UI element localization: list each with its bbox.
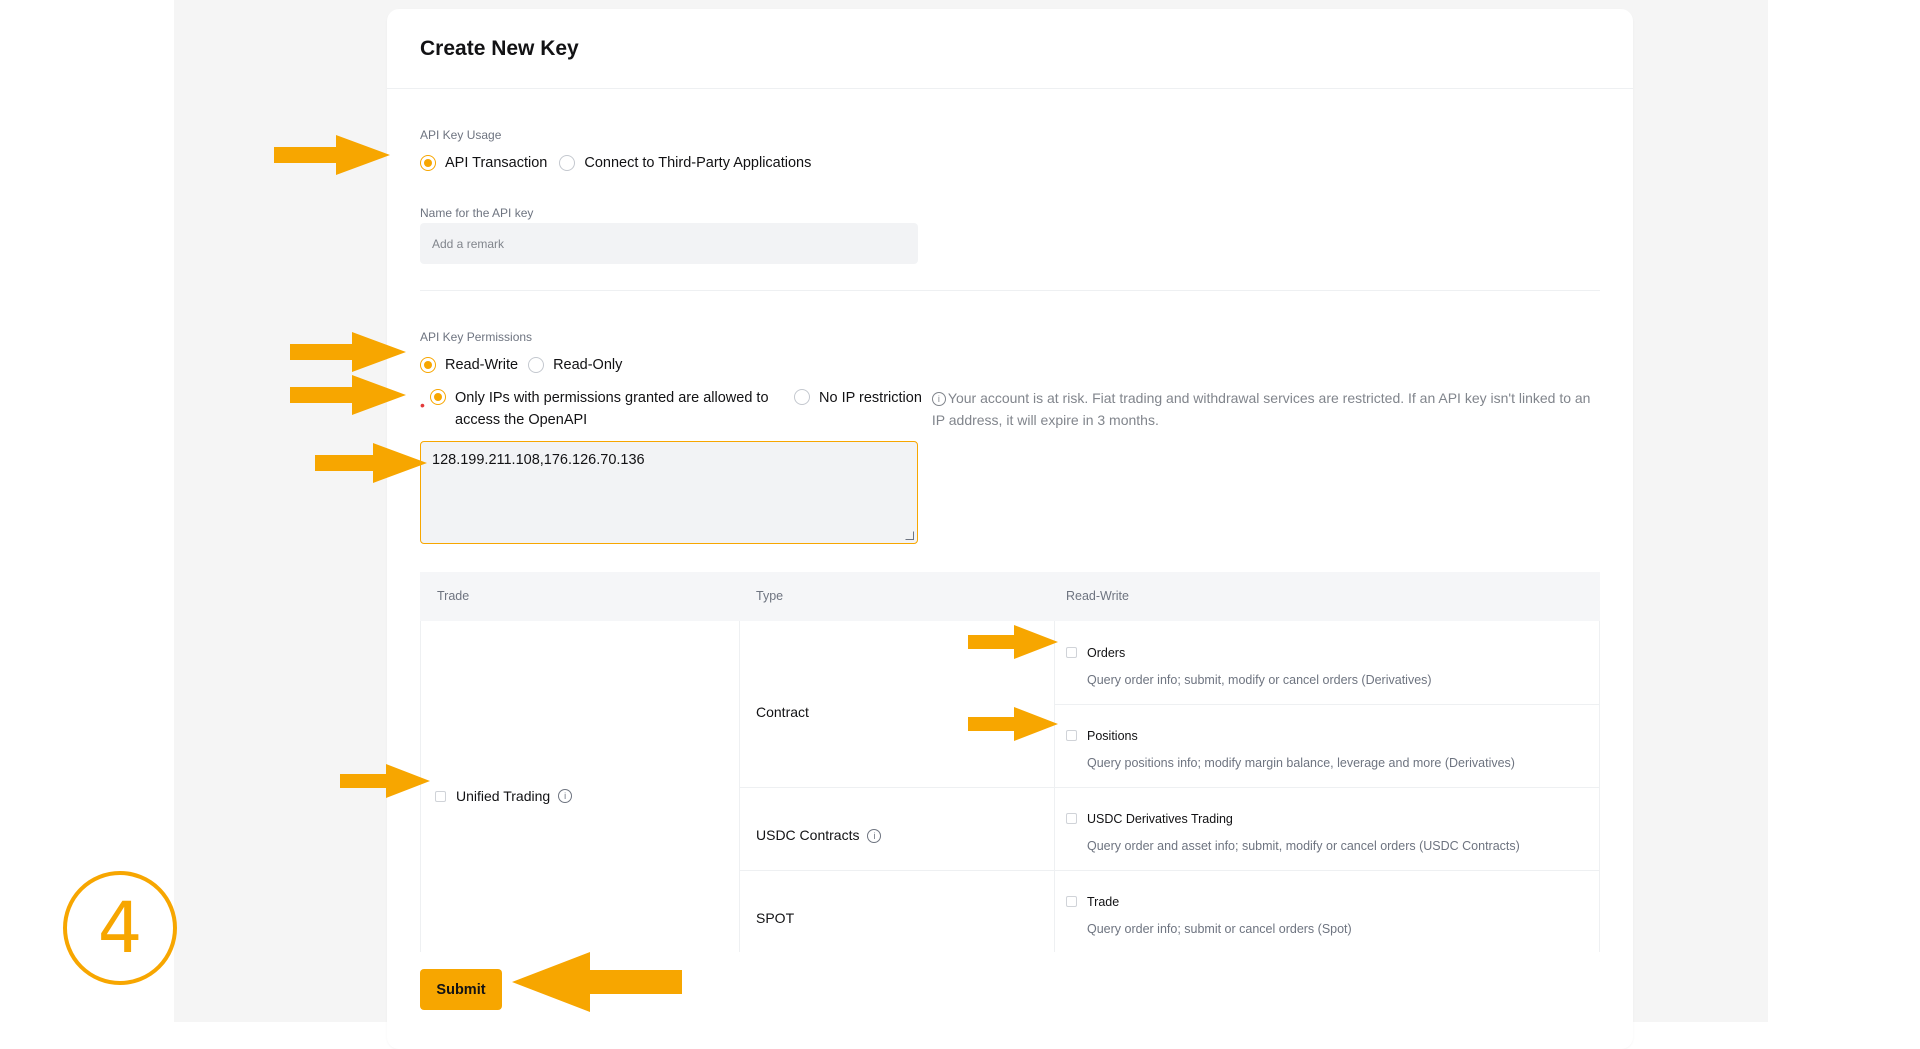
- resize-handle-icon[interactable]: [905, 531, 914, 540]
- perm-spot-desc: Query order info; submit or cancel order…: [1087, 922, 1352, 936]
- radio-label: Only IPs with permissions granted are al…: [455, 390, 769, 428]
- arrow-right-icon: [290, 332, 406, 372]
- radio-label: API Transaction: [445, 155, 548, 171]
- spot-trade-checkbox[interactable]: [1066, 896, 1077, 907]
- table-row-divider: [739, 787, 1600, 788]
- arrow-right-icon: [274, 135, 390, 175]
- step-number: 4: [97, 887, 143, 969]
- perm-positions-desc: Query positions info; modify margin bala…: [1087, 756, 1515, 770]
- radio-no-ip-restriction[interactable]: [794, 389, 810, 405]
- no-ip-restriction-group: No IP restriction i Your account is at ri…: [794, 387, 1592, 431]
- radio-dot-icon: [430, 389, 446, 405]
- radio-read-only[interactable]: Read-Only: [528, 357, 622, 373]
- info-icon: i: [931, 392, 946, 406]
- api-key-name-input[interactable]: Add a remark: [420, 223, 918, 264]
- radio-api-transaction[interactable]: API Transaction: [420, 155, 547, 171]
- usage-radio-group: API Transaction Connect to Third-Party A…: [420, 155, 821, 171]
- title-divider: [387, 88, 1633, 89]
- required-marker: •: [420, 397, 425, 413]
- radio-dot-icon: [420, 357, 436, 373]
- radio-third-party[interactable]: Connect to Third-Party Applications: [559, 155, 811, 171]
- radio-dot-icon: [420, 155, 436, 171]
- header-type: Type: [756, 589, 784, 603]
- radio-ip-restricted[interactable]: Only IPs with permissions granted are al…: [430, 387, 785, 431]
- positions-checkbox[interactable]: [1066, 730, 1077, 741]
- section-divider: [420, 290, 1600, 291]
- unified-trading-cell: Unified Trading i: [435, 788, 573, 804]
- perm-positions-name: Positions: [1087, 729, 1138, 743]
- header-trade: Trade: [437, 589, 470, 603]
- arrow-right-icon: [315, 443, 427, 483]
- usdc-derivatives-checkbox[interactable]: [1066, 813, 1077, 824]
- permissions-label: API Key Permissions: [420, 330, 533, 344]
- perm-orders-desc: Query order info; submit, modify or canc…: [1087, 673, 1432, 687]
- ip-address-textarea[interactable]: 128.199.211.108,176.126.70.136: [420, 441, 918, 544]
- radio-dot-icon: [559, 155, 576, 171]
- table-row-divider: [739, 870, 1600, 871]
- usage-label: API Key Usage: [420, 128, 502, 142]
- table-header: Trade Type Read-Write: [420, 572, 1600, 621]
- unified-trading-label: Unified Trading: [456, 788, 551, 804]
- perm-usdc-name: USDC Derivatives Trading: [1087, 812, 1233, 826]
- radio-read-write[interactable]: Read-Write: [420, 357, 518, 373]
- step-badge: 4: [60, 868, 180, 993]
- ip-address-value: 128.199.211.108,176.126.70.136: [432, 452, 645, 468]
- arrow-right-icon: [290, 375, 406, 415]
- submit-button[interactable]: Submit: [420, 969, 502, 1010]
- header-read-write: Read-Write: [1066, 589, 1129, 603]
- radio-label: No IP restriction: [819, 390, 922, 406]
- radio-dot-icon: [528, 357, 545, 373]
- orders-checkbox[interactable]: [1066, 647, 1077, 658]
- name-label: Name for the API key: [420, 206, 534, 220]
- ip-warning: i Your account is at risk. Fiat trading a…: [931, 387, 1592, 431]
- info-icon[interactable]: i: [558, 789, 573, 803]
- type-usdc-label: USDC Contracts: [756, 827, 860, 843]
- perm-usdc-desc: Query order and asset info; submit, modi…: [1087, 839, 1520, 853]
- radio-label: Connect to Third-Party Applications: [584, 155, 812, 171]
- arrow-right-icon: [968, 625, 1058, 659]
- ip-warning-text: Your account is at risk. Fiat trading an…: [931, 390, 1591, 428]
- page-title: Create New Key: [420, 37, 579, 60]
- permissions-radio-group: Read-Write Read-Only: [420, 357, 632, 373]
- table-row-divider: [1054, 704, 1600, 705]
- info-icon[interactable]: i: [867, 829, 882, 843]
- radio-label: Read-Only: [553, 357, 623, 373]
- arrow-left-icon: [512, 952, 682, 1012]
- type-contract: Contract: [756, 704, 809, 720]
- perm-orders-name: Orders: [1087, 646, 1126, 660]
- unified-trading-checkbox[interactable]: [435, 790, 446, 802]
- radio-label: Read-Write: [445, 357, 519, 373]
- arrow-right-icon: [340, 764, 430, 798]
- type-usdc-contracts: USDC Contracts i: [756, 827, 882, 843]
- arrow-right-icon: [968, 707, 1058, 741]
- perm-spot-name: Trade: [1087, 895, 1120, 909]
- type-spot: SPOT: [756, 910, 795, 926]
- create-key-card: Create New Key API Key Usage API Transac…: [387, 9, 1633, 1049]
